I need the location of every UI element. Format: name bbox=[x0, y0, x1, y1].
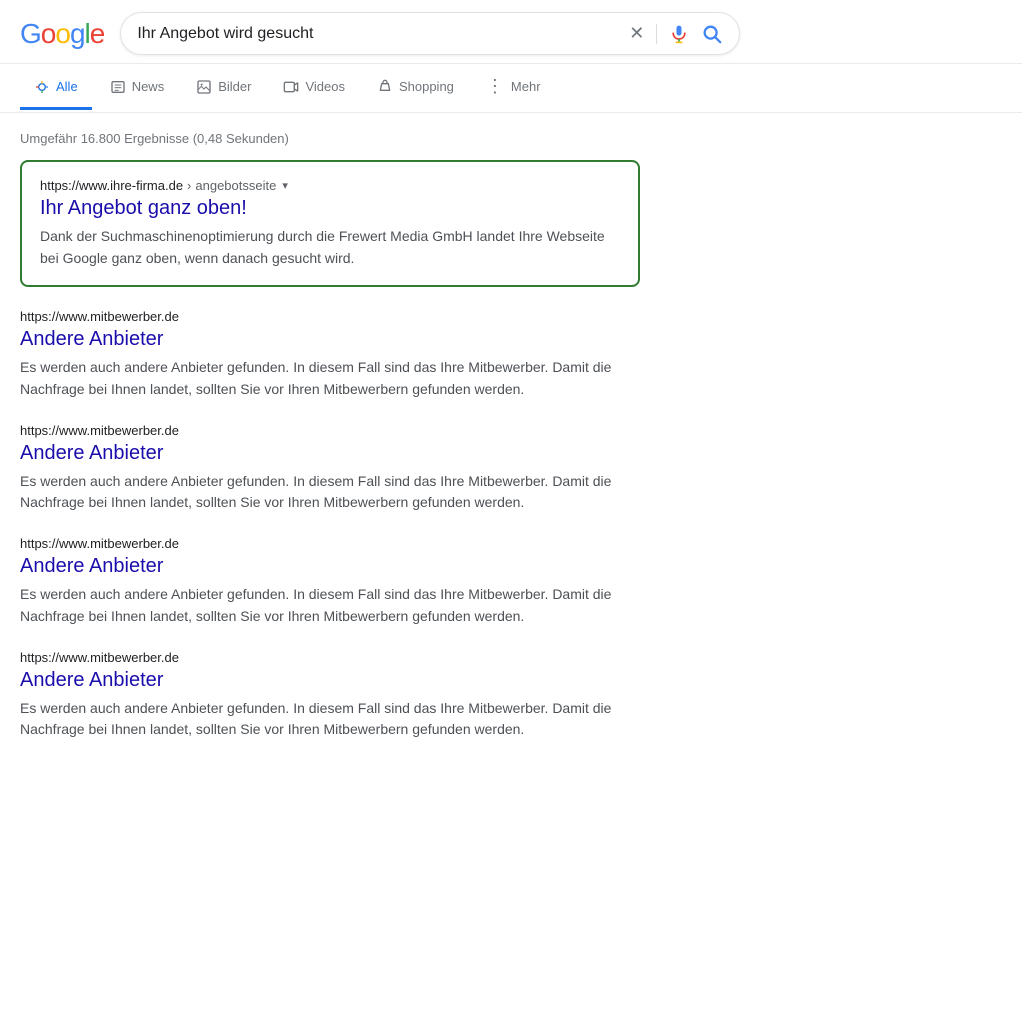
result-domain-1: https://www.mitbewerber.de bbox=[20, 423, 179, 438]
result-item-0: https://www.mitbewerber.de Andere Anbiet… bbox=[20, 309, 640, 400]
mic-button[interactable] bbox=[667, 22, 691, 46]
result-items-container: https://www.mitbewerber.de Andere Anbiet… bbox=[20, 309, 640, 741]
featured-domain: https://www.ihre-firma.de bbox=[40, 178, 183, 193]
close-icon: ✕ bbox=[629, 23, 644, 44]
tab-shopping[interactable]: Shopping bbox=[363, 67, 468, 110]
featured-title[interactable]: Ihr Angebot ganz oben! bbox=[40, 197, 620, 220]
result-domain-3: https://www.mitbewerber.de bbox=[20, 650, 179, 665]
tab-alle-label: Alle bbox=[56, 79, 78, 94]
images-icon bbox=[196, 79, 212, 95]
shopping-icon bbox=[377, 79, 393, 95]
search-button[interactable] bbox=[701, 23, 723, 45]
result-item-1: https://www.mitbewerber.de Andere Anbiet… bbox=[20, 423, 640, 514]
featured-path: angebotsseite bbox=[195, 178, 276, 193]
featured-separator: › bbox=[187, 178, 191, 193]
result-item-3: https://www.mitbewerber.de Andere Anbiet… bbox=[20, 650, 640, 741]
result-domain-2: https://www.mitbewerber.de bbox=[20, 536, 179, 551]
tab-mehr-label: Mehr bbox=[511, 79, 541, 94]
result-title-0[interactable]: Andere Anbieter bbox=[20, 328, 640, 351]
divider bbox=[656, 24, 657, 44]
tab-videos-label: Videos bbox=[305, 79, 345, 94]
featured-description: Dank der Suchmaschinenoptimierung durch … bbox=[40, 226, 620, 269]
featured-dropdown-icon[interactable]: ▾ bbox=[282, 179, 288, 192]
tab-bilder[interactable]: Bilder bbox=[182, 67, 265, 110]
result-desc-3: Es werden auch andere Anbieter gefunden.… bbox=[20, 698, 640, 741]
result-desc-1: Es werden auch andere Anbieter gefunden.… bbox=[20, 471, 640, 514]
featured-url: https://www.ihre-firma.de › angebotsseit… bbox=[40, 178, 620, 193]
result-url-1: https://www.mitbewerber.de bbox=[20, 423, 640, 438]
tab-shopping-label: Shopping bbox=[399, 79, 454, 94]
result-domain-0: https://www.mitbewerber.de bbox=[20, 309, 179, 324]
result-url-0: https://www.mitbewerber.de bbox=[20, 309, 640, 324]
logo-e: e bbox=[90, 18, 105, 50]
result-title-3[interactable]: Andere Anbieter bbox=[20, 669, 640, 692]
clear-button[interactable]: ✕ bbox=[627, 21, 646, 46]
tab-alle[interactable]: Alle bbox=[20, 67, 92, 110]
results-area: Umgefähr 16.800 Ergebnisse (0,48 Sekunde… bbox=[0, 113, 660, 783]
logo-g2: g bbox=[70, 18, 85, 50]
search-icon bbox=[701, 23, 723, 45]
more-icon: ⋮ bbox=[486, 76, 505, 97]
logo-g: G bbox=[20, 18, 41, 50]
mic-icon bbox=[669, 24, 689, 44]
featured-result: https://www.ihre-firma.de › angebotsseit… bbox=[20, 160, 640, 287]
tab-videos[interactable]: Videos bbox=[269, 67, 359, 110]
result-item-2: https://www.mitbewerber.de Andere Anbiet… bbox=[20, 536, 640, 627]
search-input[interactable]: Ihr Angebot wird gesucht bbox=[137, 25, 617, 43]
header: Google Ihr Angebot wird gesucht ✕ bbox=[0, 0, 1022, 64]
videos-icon bbox=[283, 79, 299, 95]
result-desc-0: Es werden auch andere Anbieter gefunden.… bbox=[20, 357, 640, 400]
logo-o2: o bbox=[55, 18, 70, 50]
result-url-3: https://www.mitbewerber.de bbox=[20, 650, 640, 665]
nav-tabs: Alle News Bilder Videos Sho bbox=[0, 64, 1022, 113]
logo-o1: o bbox=[41, 18, 56, 50]
all-icon bbox=[34, 79, 50, 95]
tab-bilder-label: Bilder bbox=[218, 79, 251, 94]
tab-news[interactable]: News bbox=[96, 67, 179, 110]
result-url-2: https://www.mitbewerber.de bbox=[20, 536, 640, 551]
results-count: Umgefähr 16.800 Ergebnisse (0,48 Sekunde… bbox=[20, 123, 640, 160]
search-controls: ✕ bbox=[627, 21, 723, 46]
news-icon bbox=[110, 79, 126, 95]
result-desc-2: Es werden auch andere Anbieter gefunden.… bbox=[20, 584, 640, 627]
result-title-2[interactable]: Andere Anbieter bbox=[20, 555, 640, 578]
result-title-1[interactable]: Andere Anbieter bbox=[20, 442, 640, 465]
tab-mehr[interactable]: ⋮ Mehr bbox=[472, 64, 555, 112]
tab-news-label: News bbox=[132, 79, 165, 94]
search-bar: Ihr Angebot wird gesucht ✕ bbox=[120, 12, 740, 55]
google-logo[interactable]: Google bbox=[20, 18, 104, 50]
